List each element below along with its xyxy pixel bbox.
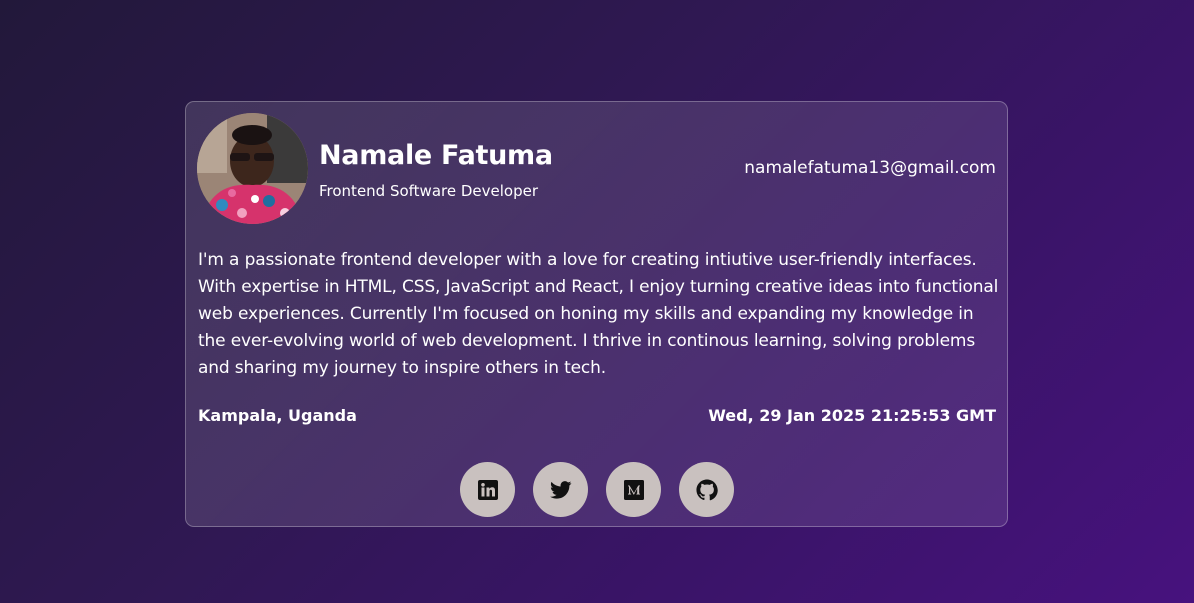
profile-location: Kampala, Uganda: [198, 406, 357, 425]
profile-name: Namale Fatuma: [319, 140, 553, 171]
profile-email: namalefatuma13@gmail.com: [744, 158, 996, 178]
linkedin-icon: [477, 479, 498, 500]
social-links: [460, 462, 734, 517]
current-datetime: Wed, 29 Jan 2025 21:25:53 GMT: [708, 406, 996, 425]
profile-role: Frontend Software Developer: [319, 182, 539, 200]
avatar: [197, 113, 308, 224]
twitter-button[interactable]: [533, 462, 588, 517]
github-button[interactable]: [679, 462, 734, 517]
linkedin-button[interactable]: [460, 462, 515, 517]
profile-card: Namale Fatuma Frontend Software Develope…: [185, 101, 1008, 527]
medium-button[interactable]: [606, 462, 661, 517]
twitter-icon: [549, 480, 571, 499]
medium-icon: [623, 479, 644, 500]
profile-bio: I'm a passionate frontend developer with…: [198, 250, 999, 378]
github-icon: [695, 478, 718, 500]
avatar-photo: [197, 113, 308, 224]
